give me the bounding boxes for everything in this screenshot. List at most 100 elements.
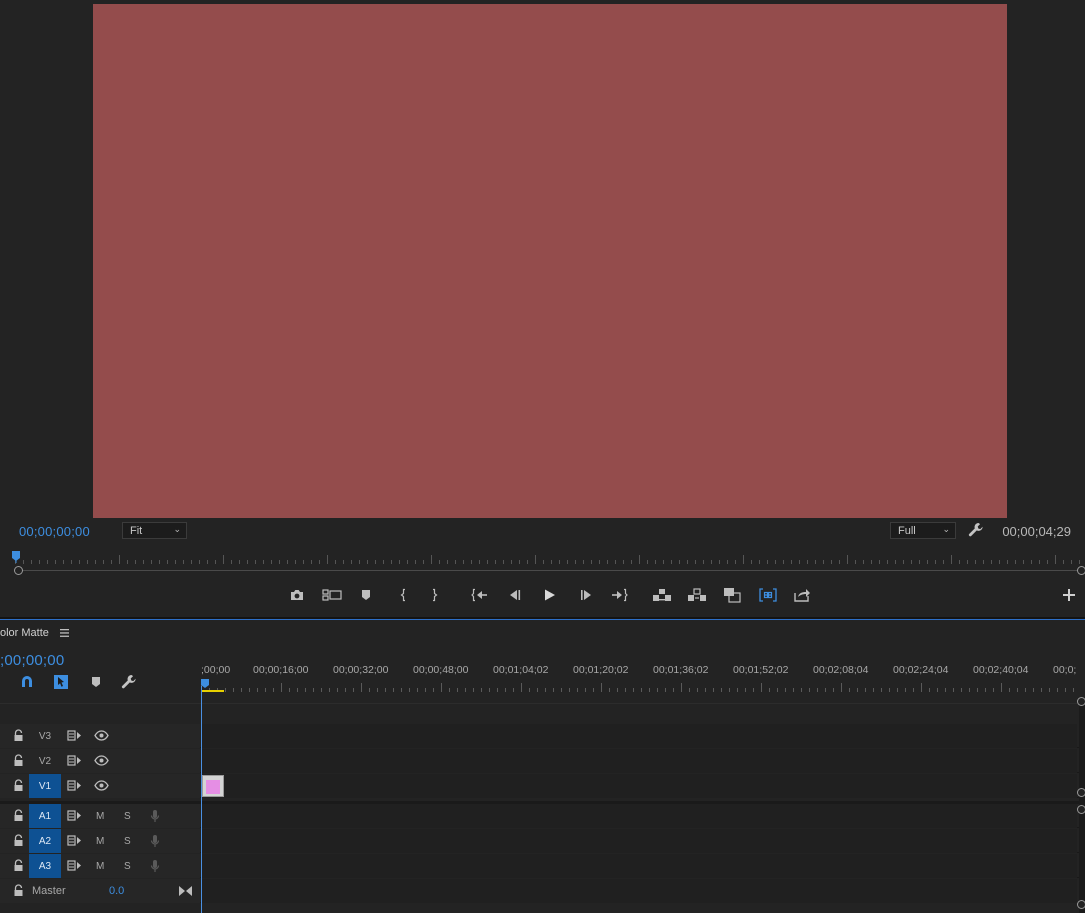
scroll-handle-top[interactable]	[1077, 697, 1085, 706]
track-lane[interactable]	[201, 724, 1077, 748]
track-name[interactable]: V1	[29, 774, 61, 798]
track-lane[interactable]	[201, 804, 1077, 828]
zoom-scroll-right-handle[interactable]	[1077, 566, 1085, 575]
time-label: 00;0;	[1053, 664, 1077, 676]
timeline-playhead-line	[201, 686, 202, 913]
lock-icon[interactable]	[13, 884, 24, 897]
zoom-level-dropdown[interactable]: Fit ⌄	[122, 522, 187, 539]
go-to-in-button[interactable]	[470, 585, 490, 605]
lock-icon[interactable]	[13, 809, 24, 822]
go-to-out-button[interactable]	[609, 585, 629, 605]
microphone-icon[interactable]	[150, 859, 160, 873]
work-area-bar[interactable]	[202, 690, 224, 692]
track-lane[interactable]	[201, 749, 1077, 773]
master-track-label: Master	[32, 885, 66, 897]
hamburger-menu-icon[interactable]	[60, 628, 70, 638]
playback-resolution-value: Full	[898, 525, 916, 537]
timeline-playhead[interactable]	[201, 679, 209, 689]
scroll-handle-video-bottom[interactable]	[1077, 788, 1085, 797]
color-matte-clip[interactable]	[202, 775, 224, 797]
program-time-ruler[interactable]	[15, 550, 1080, 564]
lock-icon[interactable]	[13, 779, 24, 792]
scroll-handle-audio-top[interactable]	[1077, 805, 1085, 814]
program-current-timecode[interactable]: 00;00;00;00	[19, 524, 90, 539]
export-button[interactable]	[792, 585, 812, 605]
track-name[interactable]: A3	[29, 854, 61, 878]
track-header: A1 M S	[0, 804, 200, 828]
track-header: V2	[0, 749, 200, 773]
go-to-next-keyframe-icon[interactable]	[179, 886, 192, 896]
timeline-current-timecode[interactable]: ;00;00;00	[0, 652, 64, 669]
step-forward-button[interactable]	[576, 585, 596, 605]
sync-lock-icon[interactable]	[67, 859, 82, 872]
sequence-tab[interactable]: olor Matte	[0, 627, 49, 639]
track-lane[interactable]	[201, 854, 1077, 878]
track-lane[interactable]	[201, 774, 1077, 798]
sync-lock-icon[interactable]	[67, 779, 82, 792]
solo-button[interactable]: S	[124, 804, 131, 828]
trim-button[interactable]	[758, 585, 778, 605]
eye-icon[interactable]	[94, 780, 109, 791]
sync-lock-icon[interactable]	[67, 754, 82, 767]
extract-button[interactable]	[687, 585, 707, 605]
track-name[interactable]: V3	[29, 724, 61, 748]
play-button[interactable]	[539, 585, 559, 605]
track-name[interactable]: A1	[29, 804, 61, 828]
zoom-scrollbar[interactable]	[18, 570, 1080, 571]
time-label: ;00;00	[201, 664, 231, 676]
mark-in-button[interactable]	[393, 585, 413, 605]
sync-lock-icon[interactable]	[67, 834, 82, 847]
track-lane[interactable]	[201, 829, 1077, 853]
zoom-scroll-left-handle[interactable]	[14, 566, 23, 575]
add-marker-button[interactable]	[356, 585, 376, 605]
add-button[interactable]	[1061, 587, 1077, 603]
eye-icon[interactable]	[94, 730, 109, 741]
lift-button[interactable]	[652, 585, 672, 605]
track-row-master: Master 0.0	[0, 879, 1085, 903]
timeline-time-ruler[interactable]	[201, 680, 1081, 692]
playback-resolution-dropdown[interactable]: Full ⌄	[890, 522, 956, 539]
track-name[interactable]: A2	[29, 829, 61, 853]
wrench-icon[interactable]	[967, 521, 985, 539]
mark-out-button[interactable]	[425, 585, 445, 605]
lock-icon[interactable]	[13, 729, 24, 742]
step-forward-icon	[581, 590, 591, 600]
export-frame-button[interactable]	[287, 585, 307, 605]
time-label: 00;00;48;00	[413, 664, 469, 676]
microphone-icon[interactable]	[150, 809, 160, 823]
step-back-button[interactable]	[505, 585, 525, 605]
timeline-settings-button[interactable]	[120, 673, 138, 691]
lock-icon[interactable]	[13, 834, 24, 847]
lock-icon[interactable]	[13, 754, 24, 767]
track-header: V1	[0, 774, 200, 798]
microphone-icon[interactable]	[150, 834, 160, 848]
mute-button[interactable]: M	[96, 854, 104, 878]
eye-icon[interactable]	[94, 755, 109, 766]
timeline-time-labels: ;00;00 00;00;16;00 00;00;32;00 00;00;48;00 0…	[201, 664, 1085, 680]
track-row-v2: V2	[0, 749, 1085, 773]
master-volume-value[interactable]: 0.0	[109, 879, 124, 903]
mute-button[interactable]: M	[96, 829, 104, 853]
snap-button[interactable]	[18, 673, 36, 691]
multicam-button[interactable]	[322, 585, 342, 605]
linked-selection-button[interactable]	[52, 673, 70, 691]
solo-button[interactable]: S	[124, 854, 131, 878]
track-lane[interactable]	[201, 879, 1077, 903]
program-monitor: 00;00;00;00 Fit ⌄ Full ⌄ 00;00;04;29	[0, 0, 1085, 617]
program-video-frame[interactable]	[93, 4, 1007, 518]
sync-lock-icon[interactable]	[67, 809, 82, 822]
solo-button[interactable]: S	[124, 829, 131, 853]
timeline-marker-button[interactable]	[87, 673, 105, 691]
sync-lock-icon[interactable]	[67, 729, 82, 742]
track-name[interactable]: V2	[29, 749, 61, 773]
chevron-down-icon: ⌄	[942, 524, 950, 534]
scroll-handle-bottom[interactable]	[1077, 900, 1085, 909]
magnet-icon	[22, 676, 32, 687]
marker-icon	[92, 677, 100, 687]
lock-icon[interactable]	[13, 859, 24, 872]
comparison-view-button[interactable]	[722, 585, 742, 605]
time-label: 00;01;36;02	[653, 664, 709, 676]
mute-button[interactable]: M	[96, 804, 104, 828]
program-playhead[interactable]	[12, 551, 20, 563]
camera-icon	[291, 590, 303, 600]
